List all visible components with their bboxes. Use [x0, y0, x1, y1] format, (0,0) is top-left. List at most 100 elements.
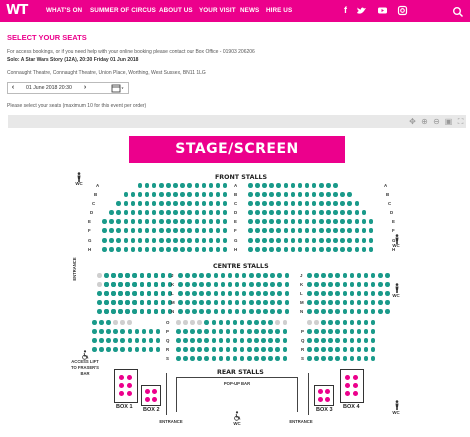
seat-available[interactable] — [363, 273, 369, 278]
seat-available[interactable] — [173, 238, 178, 243]
seat-available[interactable] — [111, 273, 116, 278]
seat-available[interactable] — [222, 210, 228, 215]
seat-available[interactable] — [335, 320, 340, 325]
seat-available[interactable] — [144, 201, 150, 206]
seat-available[interactable] — [255, 183, 260, 188]
seat-available[interactable] — [311, 192, 317, 197]
seat-available[interactable] — [256, 309, 261, 314]
seat-available[interactable] — [92, 347, 97, 352]
seat-available[interactable] — [139, 291, 145, 296]
seat-available[interactable] — [173, 228, 178, 233]
box-seat[interactable] — [325, 389, 330, 394]
seat-available[interactable] — [249, 309, 254, 314]
seat-available[interactable] — [370, 300, 376, 305]
seat-available[interactable] — [185, 282, 190, 287]
seat-available[interactable] — [213, 282, 219, 287]
seat-available[interactable] — [333, 247, 338, 252]
seat-available[interactable] — [190, 338, 195, 343]
seat-available[interactable] — [307, 347, 312, 352]
seat-available[interactable] — [385, 273, 390, 278]
nav-whats-on[interactable]: WHAT'S ON — [46, 7, 82, 14]
seat-available[interactable] — [304, 201, 310, 206]
seat-available[interactable] — [328, 300, 333, 305]
seat-available[interactable] — [192, 309, 197, 314]
seat-available[interactable] — [368, 238, 374, 243]
seat-available[interactable] — [109, 247, 114, 252]
seat-available[interactable] — [314, 347, 319, 352]
seat-available[interactable] — [234, 300, 240, 305]
seat-available[interactable] — [190, 347, 195, 352]
seat-available[interactable] — [328, 309, 333, 314]
seat-available[interactable] — [139, 273, 145, 278]
seat-available[interactable] — [311, 247, 317, 252]
seat-available[interactable] — [368, 247, 374, 252]
seat-available[interactable] — [120, 347, 125, 352]
seat-available[interactable] — [269, 238, 274, 243]
seat-available[interactable] — [194, 228, 200, 233]
seat-available[interactable] — [269, 183, 274, 188]
seat-available[interactable] — [159, 228, 164, 233]
seat-available[interactable] — [356, 300, 362, 305]
seat-available[interactable] — [363, 320, 369, 325]
seat-available[interactable] — [99, 320, 104, 325]
seat-available[interactable] — [118, 282, 123, 287]
seat-available[interactable] — [153, 273, 159, 278]
seat-available[interactable] — [340, 228, 345, 233]
seat-available[interactable] — [307, 291, 312, 296]
seat-available[interactable] — [314, 329, 319, 334]
seat-available[interactable] — [222, 201, 228, 206]
seat-available[interactable] — [342, 309, 348, 314]
seat-available[interactable] — [159, 183, 164, 188]
seat-available[interactable] — [378, 282, 383, 287]
seat-available[interactable] — [239, 356, 245, 361]
seat-available[interactable] — [269, 201, 274, 206]
seat-available[interactable] — [270, 273, 275, 278]
seat-available[interactable] — [197, 338, 202, 343]
seat-available[interactable] — [314, 300, 319, 305]
seat-available[interactable] — [247, 356, 252, 361]
seat-available[interactable] — [321, 320, 326, 325]
seat-available[interactable] — [261, 329, 266, 334]
seat-available[interactable] — [141, 338, 147, 343]
seat-available[interactable] — [151, 210, 157, 215]
seat-available[interactable] — [335, 273, 340, 278]
seat-available[interactable] — [290, 247, 296, 252]
seat-available[interactable] — [326, 192, 331, 197]
seat-available[interactable] — [187, 183, 192, 188]
seat-available[interactable] — [321, 300, 326, 305]
seat-available[interactable] — [335, 300, 340, 305]
seat-available[interactable] — [130, 192, 136, 197]
seat-available[interactable] — [282, 329, 288, 334]
seat-available[interactable] — [160, 300, 166, 305]
seat-available[interactable] — [349, 356, 355, 361]
seat-available[interactable] — [232, 347, 238, 352]
seat-available[interactable] — [199, 282, 204, 287]
seat-available[interactable] — [166, 201, 171, 206]
nav-hire-us[interactable]: HIRE US — [266, 7, 292, 14]
seat-available[interactable] — [248, 228, 253, 233]
seat-available[interactable] — [206, 291, 211, 296]
seat-available[interactable] — [361, 228, 367, 233]
seat-available[interactable] — [248, 238, 253, 243]
seat-available[interactable] — [268, 320, 273, 325]
seat-available[interactable] — [304, 192, 310, 197]
seat-available[interactable] — [201, 247, 207, 252]
seat-available[interactable] — [241, 309, 247, 314]
seat-available[interactable] — [180, 247, 185, 252]
seat-available[interactable] — [125, 291, 130, 296]
seat-available[interactable] — [206, 309, 211, 314]
seat-available[interactable] — [370, 282, 376, 287]
seat-available[interactable] — [123, 201, 129, 206]
seat-available[interactable] — [194, 183, 200, 188]
seat-available[interactable] — [342, 291, 348, 296]
seat-available[interactable] — [326, 219, 331, 224]
seat-available[interactable] — [261, 356, 266, 361]
seat-available[interactable] — [347, 201, 352, 206]
seat-available[interactable] — [127, 347, 133, 352]
seat-available[interactable] — [113, 338, 118, 343]
seat-available[interactable] — [326, 238, 331, 243]
seat-available[interactable] — [178, 300, 183, 305]
seat-available[interactable] — [311, 183, 317, 188]
seat-available[interactable] — [370, 320, 376, 325]
seat-available[interactable] — [347, 219, 352, 224]
